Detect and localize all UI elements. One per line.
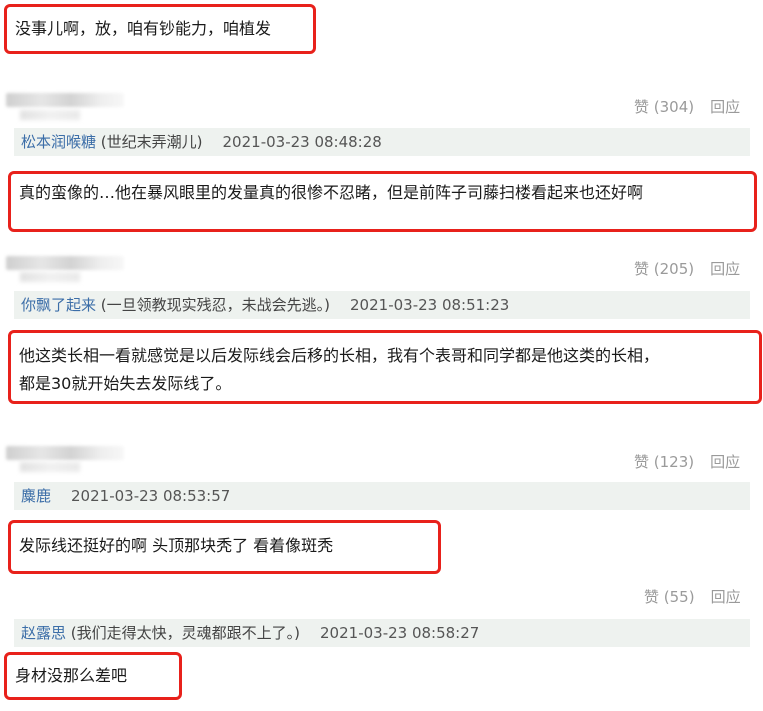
comment-text-line: 都是30就开始失去发际线了。 bbox=[19, 374, 232, 393]
comment-time: 2021-03-23 08:48:28 bbox=[222, 133, 382, 151]
comment-actions: 赞 (304) 回应 bbox=[634, 96, 740, 117]
username-link[interactable]: 麋鹿 bbox=[21, 487, 51, 505]
blurred-text bbox=[20, 110, 80, 120]
comment-actions: 赞 (55) 回应 bbox=[644, 586, 741, 607]
comment-text-box: 他这类长相一看就感觉是以后发际线会后移的长相，我有个表哥和同学都是他这类的长相，… bbox=[8, 330, 762, 404]
user-signature: (我们走得太快，灵魂都跟不上了。) bbox=[70, 624, 301, 642]
comment-text: 真的蛮像的…他在暴风眼里的发量真的很惨不忍睹，但是前阵子司藤扫楼看起来也还好啊 bbox=[19, 183, 644, 202]
like-button[interactable]: 赞 (123) bbox=[634, 453, 694, 471]
like-button[interactable]: 赞 (205) bbox=[634, 260, 694, 278]
username-link[interactable]: 松本润喉糖 bbox=[21, 133, 96, 151]
comment-meta: 麋鹿 2021-03-23 08:53:57 bbox=[14, 482, 750, 510]
blurred-avatar bbox=[6, 93, 124, 107]
comment-text: 发际线还挺好的啊 头顶那块秃了 看着像斑秃 bbox=[19, 536, 334, 555]
like-button[interactable]: 赞 (55) bbox=[644, 588, 695, 606]
comment-time: 2021-03-23 08:51:23 bbox=[350, 296, 510, 314]
comment-actions: 赞 (205) 回应 bbox=[634, 258, 740, 279]
reply-button[interactable]: 回应 bbox=[710, 98, 740, 116]
comment-text-box: 没事儿啊，放，咱有钞能力，咱植发 bbox=[4, 4, 316, 54]
reply-button[interactable]: 回应 bbox=[710, 453, 740, 471]
comment-text-box: 真的蛮像的…他在暴风眼里的发量真的很惨不忍睹，但是前阵子司藤扫楼看起来也还好啊 bbox=[8, 171, 757, 232]
comment-meta: 赵露思 (我们走得太快，灵魂都跟不上了。) 2021-03-23 08:58:27 bbox=[14, 619, 750, 647]
blurred-text bbox=[20, 462, 80, 472]
like-button[interactable]: 赞 (304) bbox=[634, 98, 694, 116]
comment-actions: 赞 (123) 回应 bbox=[634, 451, 740, 472]
comment-text: 没事儿啊，放，咱有钞能力，咱植发 bbox=[15, 19, 272, 38]
blurred-avatar bbox=[6, 446, 124, 460]
comment-time: 2021-03-23 08:53:57 bbox=[71, 487, 231, 505]
username-link[interactable]: 赵露思 bbox=[21, 624, 66, 642]
comment-text-line: 他这类长相一看就感觉是以后发际线会后移的长相，我有个表哥和同学都是他这类的长相， bbox=[19, 346, 660, 365]
user-signature: (世纪末弄潮儿) bbox=[100, 133, 203, 151]
username-link[interactable]: 你飘了起来 bbox=[21, 296, 96, 314]
comment-meta: 松本润喉糖 (世纪末弄潮儿) 2021-03-23 08:48:28 bbox=[14, 128, 750, 156]
comment-meta: 你飘了起来 (一旦领教现实残忍，未战会先逃。) 2021-03-23 08:51:… bbox=[14, 291, 750, 319]
blurred-text bbox=[20, 272, 80, 282]
reply-button[interactable]: 回应 bbox=[710, 260, 740, 278]
comment-text: 身材没那么差吧 bbox=[15, 666, 128, 685]
user-signature: (一旦领教现实残忍，未战会先逃。) bbox=[100, 296, 331, 314]
comment-text-box: 发际线还挺好的啊 头顶那块秃了 看着像斑秃 bbox=[8, 520, 441, 574]
reply-button[interactable]: 回应 bbox=[711, 588, 741, 606]
comment-time: 2021-03-23 08:58:27 bbox=[320, 624, 480, 642]
blurred-avatar bbox=[6, 256, 124, 270]
comment-text-box: 身材没那么差吧 bbox=[4, 652, 182, 700]
